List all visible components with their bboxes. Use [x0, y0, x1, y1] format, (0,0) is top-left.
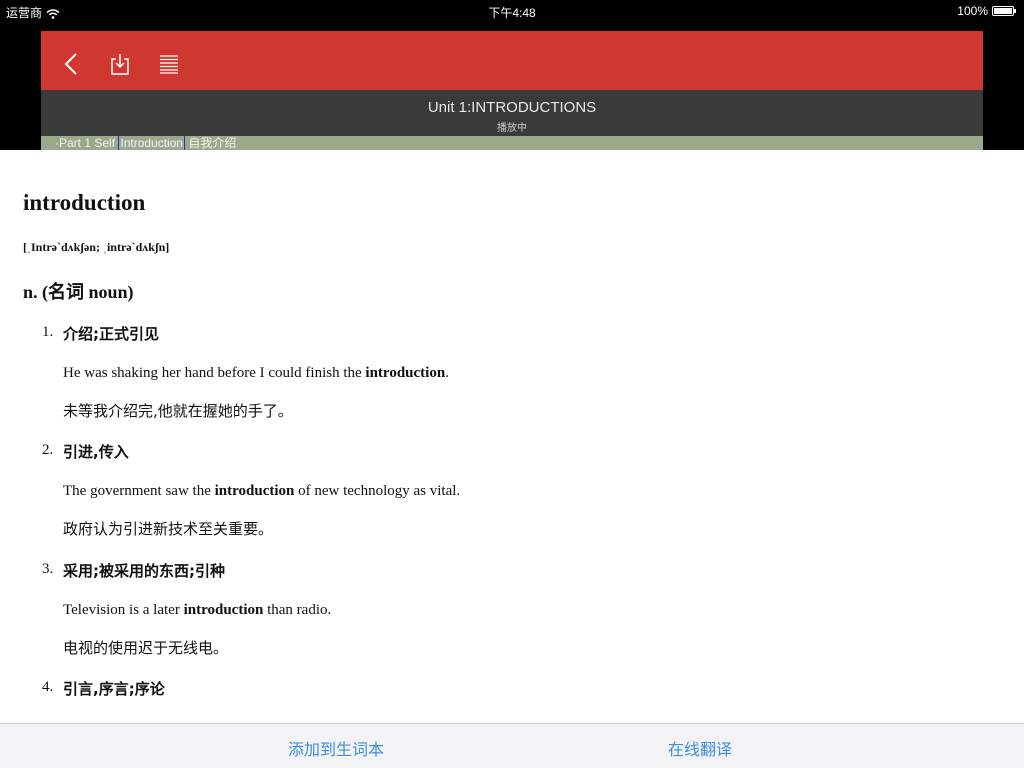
lyric-caption: ·Part 1 Self Introduction 自我介绍 — [41, 136, 983, 150]
example-english: The government saw the introduction of n… — [63, 483, 460, 500]
add-to-vocabulary-button[interactable]: 添加到生词本 — [288, 736, 384, 760]
sense-definition: 介绍;正式引见 — [63, 325, 159, 343]
status-right: 100% — [957, 4, 1016, 18]
dictionary-panel[interactable]: introduction [ˌIntrəˋdʌkʃən; ˌintrəˋdʌkʃ… — [0, 150, 1024, 723]
example-text: than radio. — [263, 602, 332, 618]
clock: 下午4:48 — [488, 6, 536, 20]
caption-highlighted-word[interactable]: Introduction — [118, 136, 186, 150]
online-translate-button[interactable]: 在线翻译 — [668, 736, 732, 760]
back-icon[interactable] — [57, 51, 85, 77]
playback-status: 播放中 — [497, 123, 527, 134]
download-icon[interactable] — [106, 51, 134, 77]
sense-number: 2. — [42, 442, 54, 458]
part-of-speech: n. (名词 noun) — [23, 282, 134, 302]
unit-title: Unit 1:INTRODUCTIONS — [427, 99, 597, 116]
player-toolbar — [41, 31, 983, 90]
caption-after: 自我介绍 — [185, 136, 237, 150]
sense-definition: 引进,传入 — [63, 443, 129, 461]
battery-percent: 100% — [957, 4, 988, 18]
example-keyword: introduction — [183, 602, 264, 618]
sense-definition: 引言,序言;序论 — [63, 680, 165, 698]
example-chinese: 电视的使用迟于无线电。 — [63, 639, 229, 657]
sense-number: 4. — [42, 679, 54, 695]
example-keyword: introduction — [365, 365, 446, 381]
example-text: He was shaking her hand before I could f… — [63, 365, 366, 381]
example-chinese: 政府认为引进新技术至关重要。 — [63, 520, 274, 538]
phonetic: [ˌIntrəˋdʌkʃən; ˌintrəˋdʌkʃn] — [23, 240, 170, 254]
example-text: Television is a later — [63, 602, 184, 618]
headword: introduction — [23, 190, 146, 215]
list-icon[interactable] — [155, 51, 183, 77]
status-bar: 运营商 下午4:48 100% — [0, 0, 1024, 22]
player-title-bar: Unit 1:INTRODUCTIONS 播放中 — [41, 90, 983, 136]
audio-player: Unit 1:INTRODUCTIONS 播放中 ·Part 1 Self In… — [41, 31, 983, 150]
example-text: of new technology as vital. — [294, 483, 461, 499]
sense-number: 3. — [42, 561, 54, 577]
bottom-action-bar: 添加到生词本 在线翻译 — [0, 723, 1024, 768]
example-keyword: introduction — [214, 483, 295, 499]
example-english: Television is a later introduction than … — [63, 602, 331, 619]
example-english: He was shaking her hand before I could f… — [63, 365, 449, 382]
example-text: . — [445, 365, 449, 381]
sense-definition: 采用;被采用的东西;引种 — [63, 562, 225, 580]
battery-icon — [992, 6, 1016, 16]
example-chinese: 未等我介绍完,他就在握她的手了。 — [63, 402, 293, 420]
example-text: The government saw the — [63, 483, 215, 499]
sense-number: 1. — [42, 324, 54, 340]
battery-fill — [994, 8, 1012, 14]
caption-before: ·Part 1 Self — [55, 136, 119, 150]
